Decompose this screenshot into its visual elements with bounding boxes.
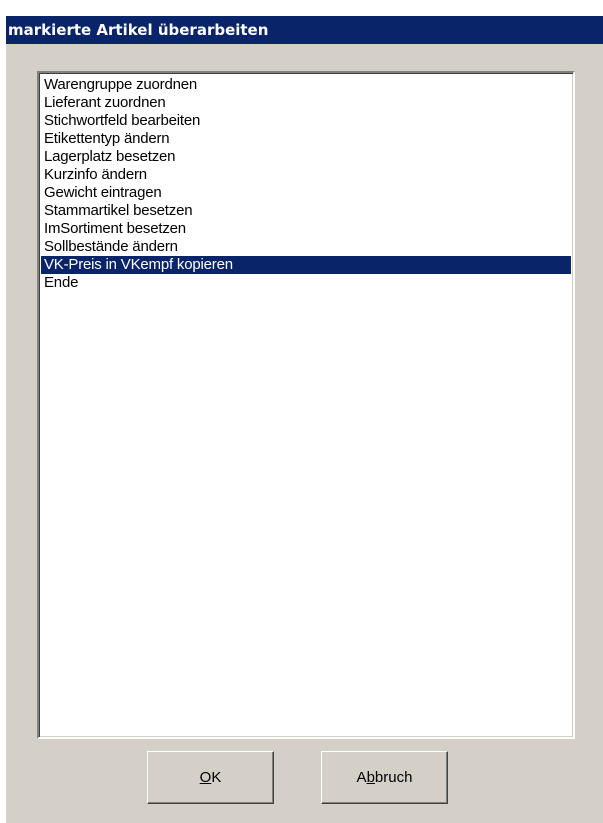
list-item[interactable]: Lagerplatz besetzen	[41, 148, 571, 166]
cancel-mnemonic: b	[366, 769, 375, 786]
edit-marked-articles-dialog: markierte Artikel überarbeiten Warengrup…	[6, 16, 603, 823]
list-item-selected[interactable]: VK-Preis in VKempf kopieren	[41, 256, 571, 274]
action-listbox[interactable]: Warengruppe zuordnen Lieferant zuordnen …	[37, 71, 575, 739]
cancel-label-rest: bruch	[374, 769, 413, 786]
list-item[interactable]: Stichwortfeld bearbeiten	[41, 112, 571, 130]
dialog-title-bar[interactable]: markierte Artikel überarbeiten	[6, 16, 603, 44]
list-item[interactable]: Sollbestände ändern	[41, 238, 571, 256]
list-item[interactable]: Ende	[41, 274, 571, 292]
list-item[interactable]: Kurzinfo ändern	[41, 166, 571, 184]
list-item[interactable]: Lieferant zuordnen	[41, 94, 571, 112]
list-item[interactable]: Gewicht eintragen	[41, 184, 571, 202]
cancel-label-pre: A	[356, 769, 367, 786]
list-item[interactable]: Etikettentyp ändern	[41, 130, 571, 148]
list-item[interactable]: Stammartikel besetzen	[41, 202, 571, 220]
list-item[interactable]: Warengruppe zuordnen	[41, 76, 571, 94]
ok-mnemonic: O	[199, 769, 212, 786]
ok-label-rest: K	[211, 769, 222, 786]
dialog-title: markierte Artikel überarbeiten	[8, 21, 269, 39]
list-item[interactable]: ImSortiment besetzen	[41, 220, 571, 238]
cancel-button[interactable]: Abbruch	[321, 751, 448, 804]
ok-button[interactable]: OK	[147, 751, 274, 804]
